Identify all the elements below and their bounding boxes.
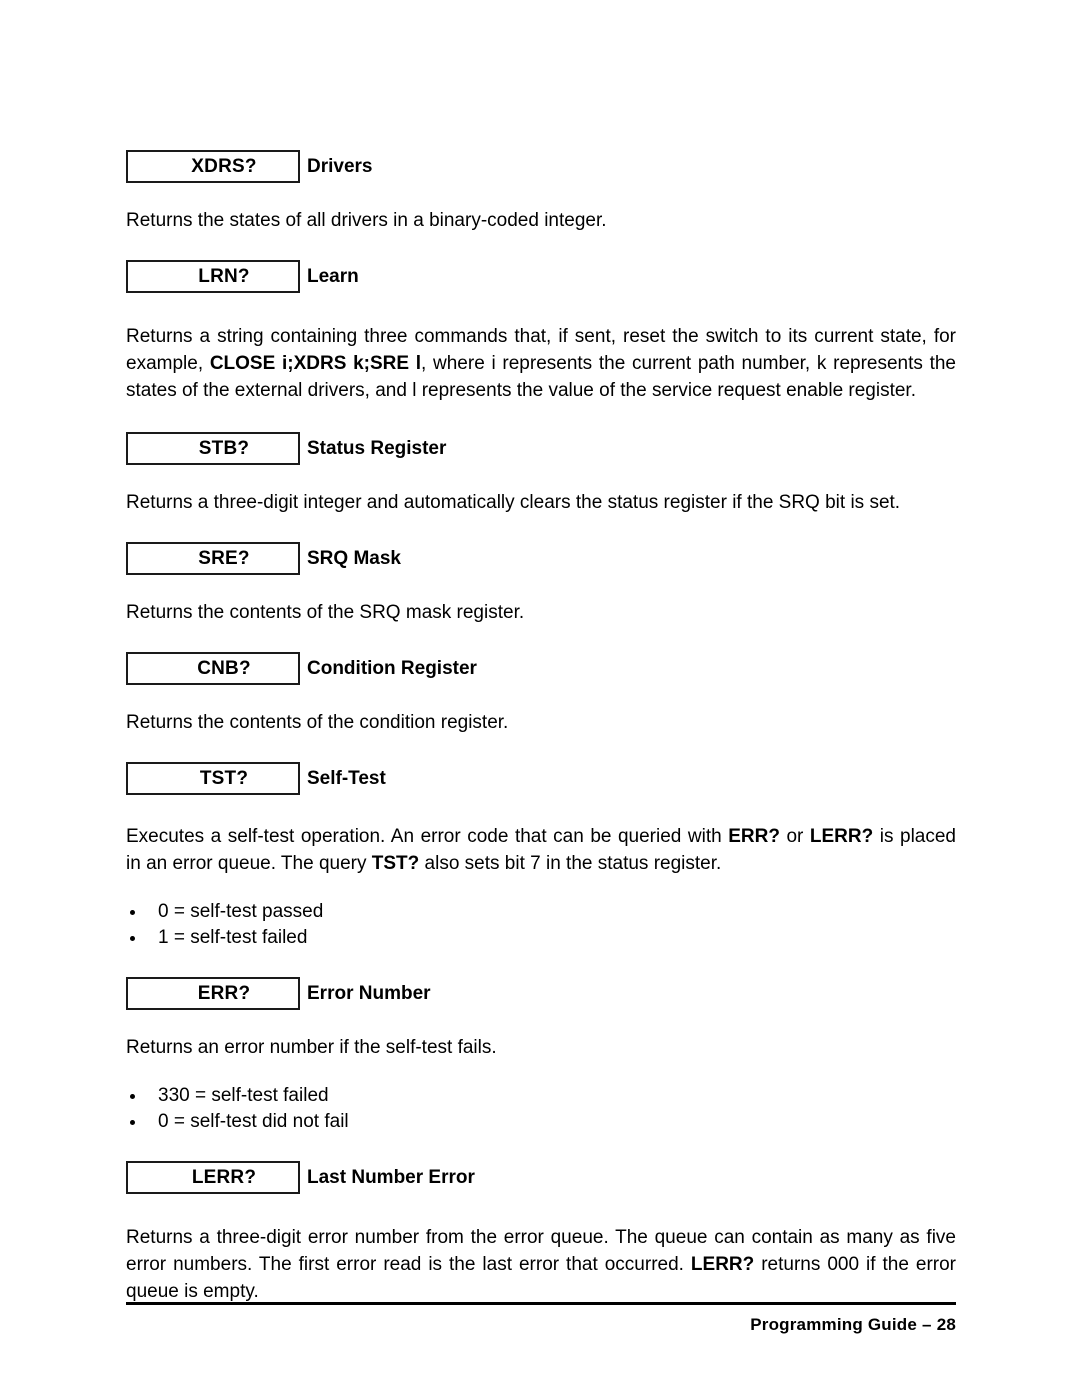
command-header-tst: TST? Self-Test — [126, 762, 956, 795]
command-description-err: Returns an error number if the self-test… — [126, 1037, 497, 1058]
command-name-tst: TST? — [199, 768, 249, 789]
footer-label: Programming Guide –28 — [126, 1315, 956, 1335]
command-box-tst: TST? — [126, 762, 300, 795]
command-box-lerr: LERR? — [126, 1161, 300, 1194]
description-text-part: or — [779, 826, 810, 847]
command-description-cnb: Returns the contents of the condition re… — [126, 712, 509, 733]
page-content: XDRS? Drivers Returns the states of all … — [126, 150, 956, 1305]
description-bold-err: ERR? — [728, 826, 780, 847]
command-title-tst: Self-Test — [307, 768, 386, 789]
command-name-lerr: LERR? — [191, 1167, 257, 1188]
command-header-lrn: LRN? Learn — [126, 260, 956, 293]
description-bold-lerr: LERR? — [809, 826, 874, 847]
command-description-stb: Returns a three-digit integer and automa… — [126, 492, 901, 513]
description-text-part: Executes a self-test operation. An error… — [126, 826, 729, 847]
command-title-cnb: Condition Register — [307, 658, 477, 679]
command-title-err: Error Number — [307, 983, 431, 1004]
command-title-sre: SRQ Mask — [307, 548, 401, 569]
command-header-xdrs: XDRS? Drivers — [126, 150, 956, 183]
command-name-sre: SRE? — [198, 548, 250, 569]
description-bold-example: CLOSE i;XDRS k;SRE l — [209, 353, 422, 374]
page-number: 28 — [936, 1315, 956, 1334]
footer-divider — [126, 1302, 956, 1305]
command-description-sre: Returns the contents of the SRQ mask reg… — [126, 602, 525, 623]
command-title-xdrs: Drivers — [307, 156, 373, 177]
command-description-xdrs: Returns the states of all drivers in a b… — [126, 210, 607, 231]
command-name-xdrs: XDRS? — [191, 156, 257, 177]
document-page: XDRS? Drivers Returns the states of all … — [126, 0, 956, 1397]
command-description-lrn: Returns a string containing three comman… — [126, 323, 956, 404]
command-box-lrn: LRN? — [126, 260, 300, 293]
footer-title: Programming Guide — [750, 1315, 918, 1334]
command-header-stb: STB? Status Register — [126, 432, 956, 465]
command-header-sre: SRE? SRQ Mask — [126, 542, 956, 575]
command-name-stb: STB? — [198, 438, 250, 459]
command-box-stb: STB? — [126, 432, 300, 465]
footer-separator: – — [922, 1315, 932, 1334]
list-item: 0 = self-test did not fail — [126, 1109, 956, 1135]
bullet-list-err: 330 = self-test failed 0 = self-test did… — [126, 1083, 956, 1135]
command-name-cnb: CNB? — [197, 658, 251, 679]
command-header-err: ERR? Error Number — [126, 977, 956, 1010]
command-box-sre: SRE? — [126, 542, 300, 575]
command-header-cnb: CNB? Condition Register — [126, 652, 956, 685]
description-bold-tst: TST? — [371, 853, 420, 874]
bullet-list-tst: 0 = self-test passed 1 = self-test faile… — [126, 899, 956, 951]
command-title-stb: Status Register — [307, 438, 447, 459]
command-description-lerr: Returns a three-digit error number from … — [126, 1224, 956, 1305]
command-name-lrn: LRN? — [198, 266, 250, 287]
command-box-xdrs: XDRS? — [126, 150, 300, 183]
list-item: 1 = self-test failed — [126, 925, 956, 951]
command-name-err: ERR? — [197, 983, 251, 1004]
page-footer: Programming Guide –28 — [126, 1302, 956, 1335]
command-title-lrn: Learn — [307, 266, 359, 287]
command-description-tst: Executes a self-test operation. An error… — [126, 823, 956, 877]
command-box-cnb: CNB? — [126, 652, 300, 685]
command-box-err: ERR? — [126, 977, 300, 1010]
command-title-lerr: Last Number Error — [307, 1167, 475, 1188]
description-bold-lerr: LERR? — [690, 1254, 755, 1275]
command-header-lerr: LERR? Last Number Error — [126, 1161, 956, 1194]
description-text-part: also sets bit 7 in the status register. — [419, 853, 722, 874]
list-item: 330 = self-test failed — [126, 1083, 956, 1109]
list-item: 0 = self-test passed — [126, 899, 956, 925]
